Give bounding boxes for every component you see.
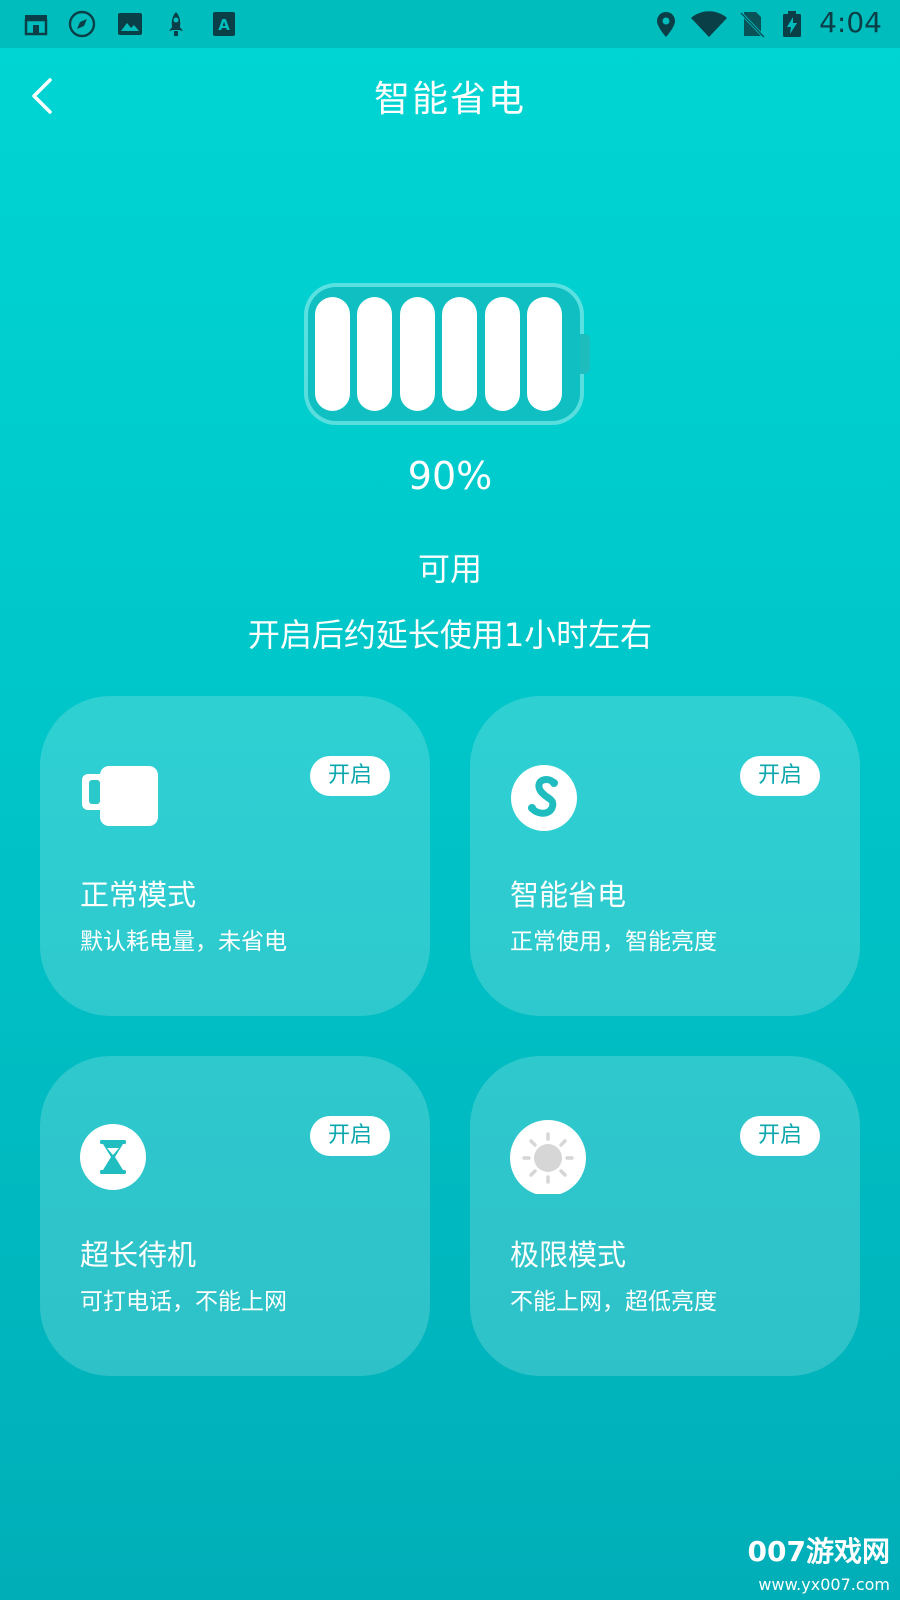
card-description: 正常使用，智能亮度 [510,929,717,955]
battery-charging-icon [783,11,801,37]
battery-cell [400,297,435,411]
mode-card-standby[interactable]: 开启 超长待机 可打电话，不能上网 [40,1056,430,1376]
battery-cap [580,334,590,374]
battery-cell [357,297,392,411]
mode-card-smart[interactable]: 开启 智能省电 正常使用，智能亮度 [470,696,860,1016]
store-icon [24,15,48,36]
enable-button[interactable]: 开启 [310,756,390,796]
enable-button[interactable]: 开启 [740,756,820,796]
wifi-icon [691,11,727,37]
card-title: 正常模式 [80,878,197,912]
hourglass-icon [80,1124,146,1190]
battery-cell [485,297,520,411]
card-title: 智能省电 [510,878,627,912]
compass-icon [68,10,96,38]
extension-note: 开启后约延长使用1小时左右 [247,616,653,654]
battery-graphic [308,287,580,421]
rocket-icon [169,12,183,36]
status-time: 4:04 [819,6,882,39]
s-swirl-icon [511,765,577,831]
card-title: 极限模式 [510,1238,627,1272]
card-description: 默认耗电量，未省电 [80,929,287,955]
battery-cell [442,297,477,411]
page-title: 智能省电 [373,79,526,120]
svg-text:A: A [218,16,230,34]
image-icon [118,13,142,35]
battery-percent: 90% [407,454,493,498]
text-a-icon: A [213,12,235,36]
battery-cell [315,297,350,411]
watermark-url: www.yx007.com [758,1575,890,1594]
card-description: 不能上网，超低亮度 [510,1289,717,1315]
status-bar: A 4:04 [0,0,900,48]
enable-button[interactable]: 开启 [310,1116,390,1156]
enable-button[interactable]: 开启 [740,1116,820,1156]
card-title: 超长待机 [80,1238,197,1272]
screen: A 4:04 智能省电 90% 可用 开启后约延长使用1小时左右 开启 正常模式… [0,0,900,1600]
location-icon [657,12,675,37]
no-sim-icon [739,11,766,38]
sun-icon [510,1120,586,1194]
battery-status: 可用 [417,550,482,588]
mode-card-normal[interactable]: 开启 正常模式 默认耗电量，未省电 [40,696,430,1016]
battery-cell [527,297,562,411]
mode-card-extreme[interactable]: 开启 极限模式 不能上网，超低亮度 [470,1056,860,1376]
battery-card-icon [82,766,158,826]
card-description: 可打电话，不能上网 [80,1289,287,1315]
watermark-brand: 007游戏网 [747,1535,890,1568]
